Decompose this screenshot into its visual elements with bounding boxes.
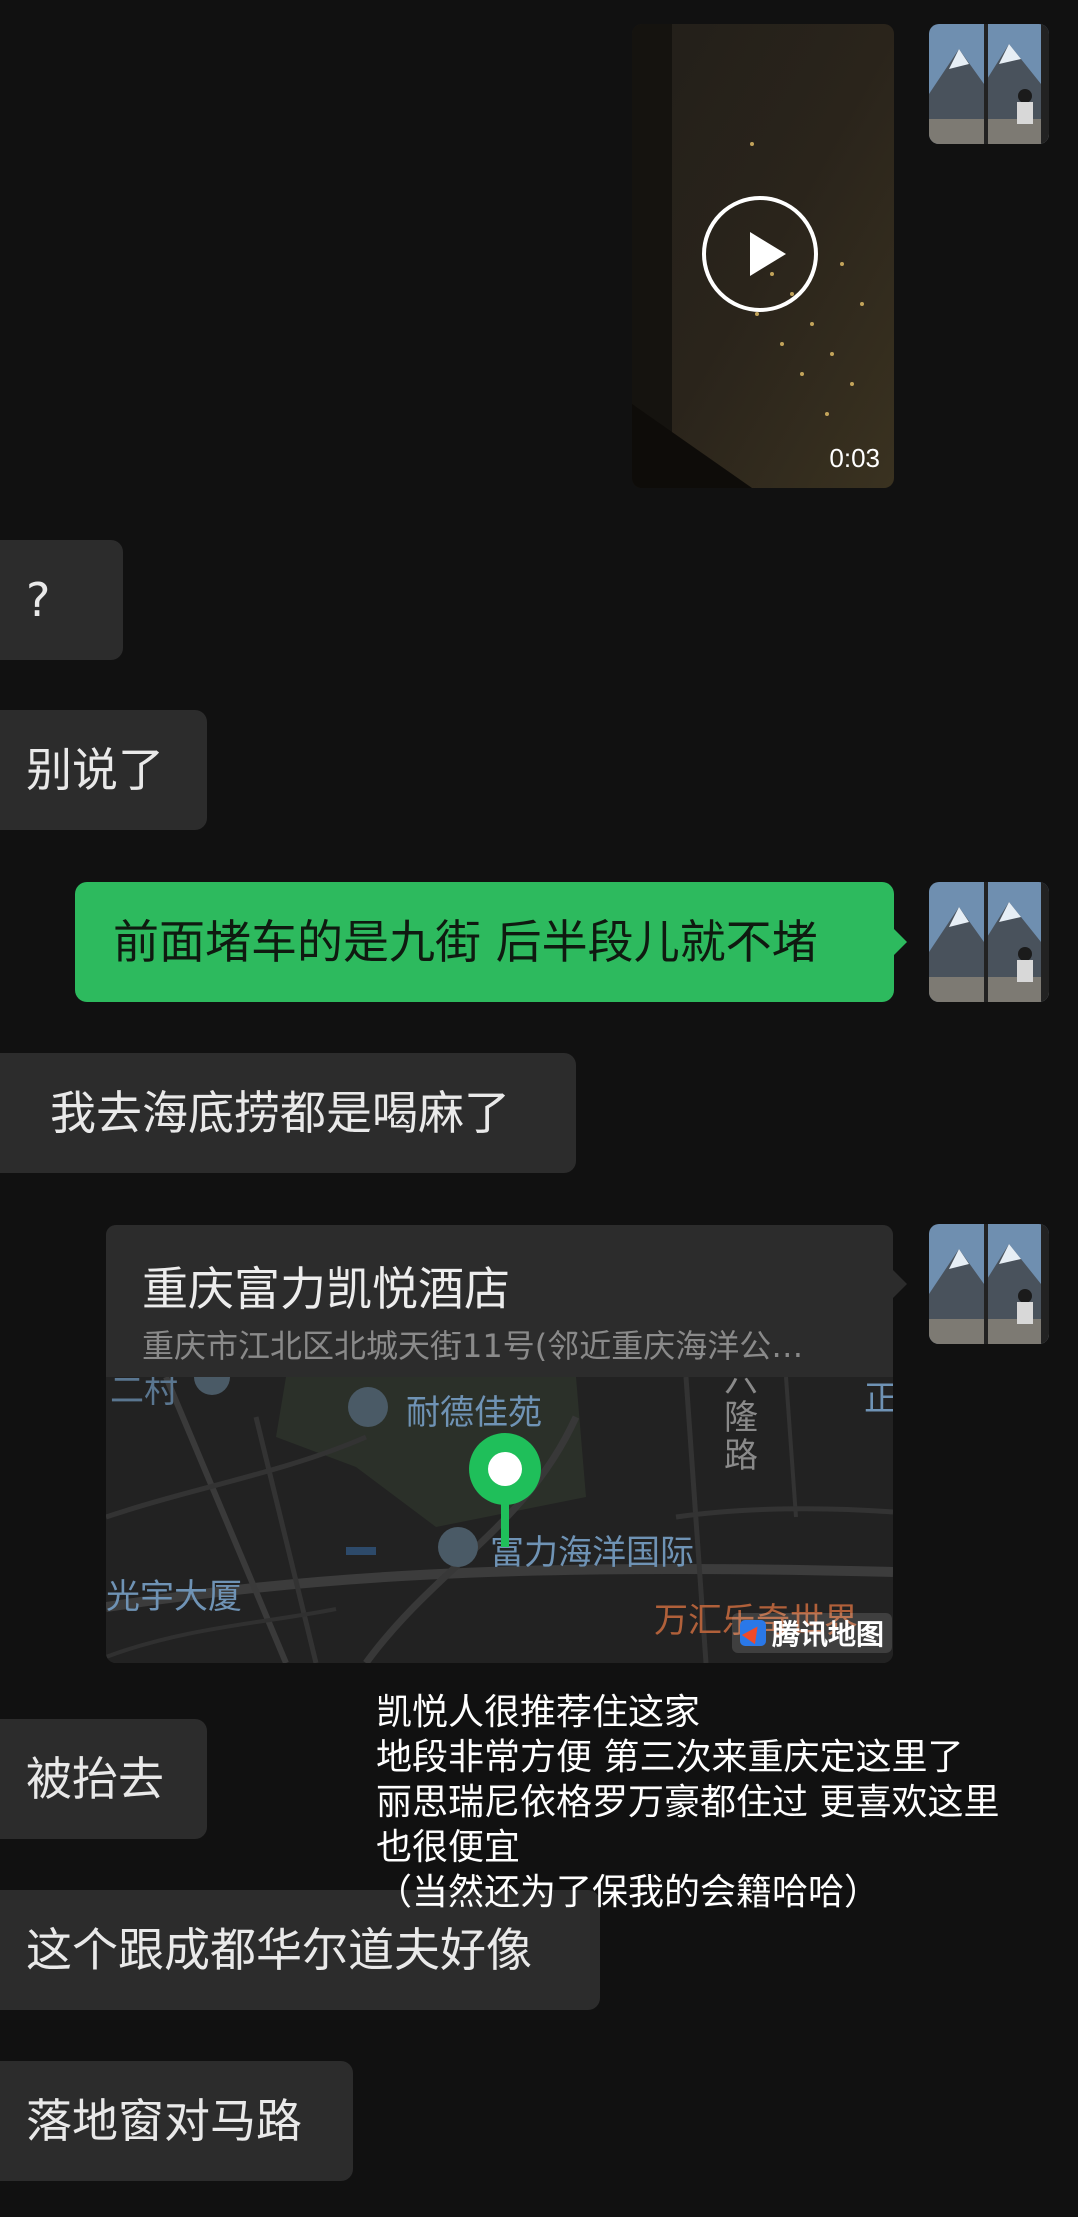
map-label: 光宇大厦 (106, 1577, 242, 1617)
message-bubble[interactable]: 我去海底捞都是喝麻了 (0, 1053, 576, 1173)
caption-line: （当然还为了保我的会籍哈哈） (376, 1872, 881, 1913)
caption-line: 丽思瑞尼依格罗万豪都住过 更喜欢这里 (376, 1782, 1000, 1823)
map-pin-icon (469, 1433, 541, 1547)
location-address: 重庆市江北区北城天街11号(邻近重庆海洋公… (142, 1327, 804, 1365)
location-header: 重庆富力凯悦酒店 重庆市江北区北城天街11号(邻近重庆海洋公… (106, 1225, 893, 1377)
map-provider-badge: 腾讯地图 (732, 1613, 893, 1653)
bubble-tail (893, 928, 907, 956)
location-map[interactable]: 二村 耐德佳苑 富力海洋国际 光宇大厦 万汇乐奇世界 六隆路 正 腾讯地图 (106, 1377, 893, 1663)
bubble-tail (893, 1270, 907, 1298)
avatar[interactable] (929, 24, 1049, 144)
message-bubble[interactable]: 别说了 (0, 710, 207, 830)
message-bubble[interactable]: 落地窗对马路 (0, 2061, 353, 2181)
caption-line: 也很便宜 (376, 1827, 521, 1868)
caption-line: 凯悦人很推荐住这家 (376, 1692, 701, 1733)
map-label: 正 (864, 1379, 893, 1419)
map-label: 二村 (110, 1377, 178, 1411)
map-label: 耐德佳苑 (406, 1393, 542, 1433)
avatar[interactable] (929, 882, 1049, 1002)
map-label: 六隆路 (724, 1377, 758, 1476)
location-card[interactable]: 重庆富力凯悦酒店 重庆市江北区北城天街11号(邻近重庆海洋公… 二村 耐德佳苑 … (106, 1225, 893, 1663)
video-duration: 0:03 (829, 443, 880, 473)
avatar[interactable] (929, 1224, 1049, 1344)
message-bubble[interactable]: ? (0, 540, 123, 660)
video-message[interactable]: 0:03 (632, 24, 894, 488)
message-bubble-sent[interactable]: 前面堵车的是九街 后半段儿就不堵 (75, 882, 894, 1002)
overlay-caption: 凯悦人很推荐住这家 地段非常方便 第三次来重庆定这里了 丽思瑞尼依格罗万豪都住过 更… (376, 1690, 999, 1915)
location-name: 重庆富力凯悦酒店 (142, 1262, 510, 1316)
play-icon[interactable] (702, 196, 818, 312)
message-bubble[interactable]: 被抬去 (0, 1719, 207, 1839)
caption-line: 地段非常方便 第三次来重庆定这里了 (376, 1737, 964, 1778)
tencent-map-icon (740, 1620, 766, 1646)
